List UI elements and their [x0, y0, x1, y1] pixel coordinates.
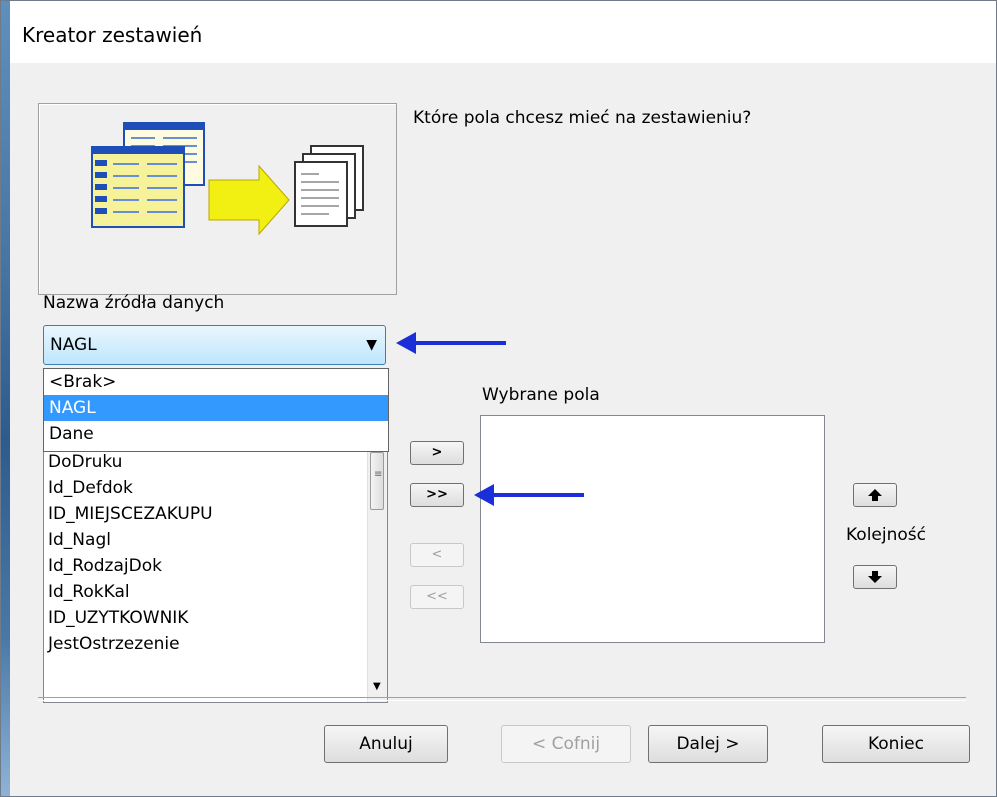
dropdown-option-dane[interactable]: Dane [44, 421, 388, 447]
arrow-down-icon [868, 571, 882, 583]
list-item[interactable]: ID_UZYTKOWNIK [48, 605, 213, 631]
list-item[interactable]: Id_RokKal [48, 579, 213, 605]
move-down-button[interactable] [853, 565, 897, 589]
list-item[interactable]: Id_Nagl [48, 527, 213, 553]
finish-button[interactable]: Koniec [822, 725, 970, 763]
chevron-down-icon[interactable]: ▼ [366, 337, 377, 353]
remove-all-fields-button[interactable]: << [410, 585, 464, 609]
selected-fields-label: Wybrane pola [482, 385, 600, 405]
dropdown-option-nagl[interactable]: NAGL [44, 395, 388, 421]
list-item[interactable]: Id_RodzajDok [48, 553, 213, 579]
list-item[interactable]: JestOstrzezenie [48, 631, 213, 657]
add-all-fields-button[interactable]: >> [410, 483, 464, 507]
selected-fields-list[interactable] [480, 415, 825, 643]
scroll-down-icon[interactable]: ▼ [373, 681, 381, 692]
scrollbar-thumb[interactable]: ≡ [370, 452, 384, 510]
wizard-window: Kreator zestawień Które pola chcesz mieć… [0, 0, 997, 797]
source-dropdown-menu: <Brak> NAGL Dane [43, 368, 389, 452]
source-dropdown[interactable]: NAGL ▼ [43, 325, 386, 365]
move-up-button[interactable] [853, 483, 897, 507]
dropdown-option-brak[interactable]: <Brak> [44, 369, 388, 395]
tables-to-report-icon [91, 122, 364, 236]
remove-field-button[interactable]: < [410, 543, 464, 567]
add-field-button[interactable]: > [410, 441, 464, 465]
source-selected-value: NAGL [50, 335, 97, 355]
wizard-content: Które pola chcesz mieć na zestawieniu? N… [10, 63, 996, 796]
question-text: Które pola chcesz mieć na zestawieniu? [413, 108, 752, 128]
next-button[interactable]: Dalej > [648, 725, 768, 763]
list-item[interactable]: Id_Defdok [48, 475, 213, 501]
order-label: Kolejność [846, 525, 926, 545]
window-title: Kreator zestawień [22, 23, 203, 47]
cancel-button[interactable]: Anuluj [324, 725, 448, 763]
title-bar: Kreator zestawień [10, 1, 996, 63]
arrow-up-icon [868, 489, 882, 501]
source-label: Nazwa źródła danych [43, 293, 225, 313]
footer-divider [38, 697, 966, 701]
list-item[interactable]: ID_MIEJSCEZAKUPU [48, 501, 213, 527]
wizard-illustration [38, 103, 397, 295]
back-button[interactable]: < Cofnij [501, 725, 631, 763]
list-item[interactable]: DoDruku [48, 449, 213, 475]
